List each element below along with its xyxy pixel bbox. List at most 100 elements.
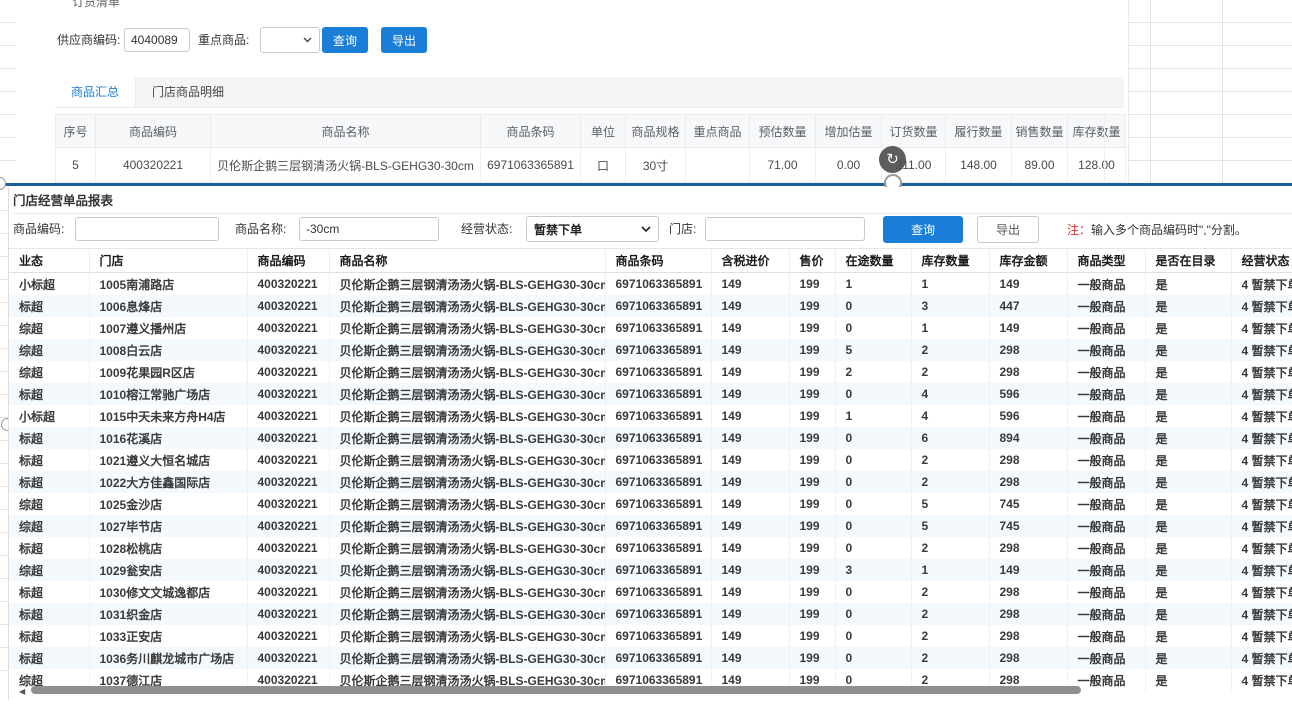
table-row[interactable]: 综超1009花果园R区店400320221贝伦斯企鹅三层钢清汤汤火锅-BLS-G… — [9, 361, 1292, 383]
table-row[interactable]: 标超1033正安店400320221贝伦斯企鹅三层钢清汤汤火锅-BLS-GEHG… — [9, 625, 1292, 647]
table-cell: 199 — [789, 317, 835, 339]
table-row[interactable]: 综超1025金沙店400320221贝伦斯企鹅三层钢清汤汤火锅-BLS-GEHG… — [9, 493, 1292, 515]
report-export-button[interactable]: 导出 — [977, 216, 1039, 243]
table-cell: 298 — [989, 647, 1067, 669]
product-name-input[interactable] — [299, 217, 439, 241]
table-row[interactable]: 综超1029瓮安店400320221贝伦斯企鹅三层钢清汤汤火锅-BLS-GEHG… — [9, 559, 1292, 581]
table-cell: 0 — [835, 515, 911, 537]
table-cell: 贝伦斯企鹅三层钢清汤汤火锅-BLS-GEHG30-30cm — [329, 581, 605, 603]
table-cell: 小标超 — [9, 273, 89, 296]
table-row[interactable]: 综超1008白云店400320221贝伦斯企鹅三层钢清汤汤火锅-BLS-GEHG… — [9, 339, 1292, 361]
table-cell: 一般商品 — [1067, 559, 1145, 581]
supplier-code-input[interactable] — [124, 28, 190, 52]
table-cell: 2 — [911, 471, 989, 493]
table-cell: 149 — [711, 515, 789, 537]
table-cell: 4 暂禁下单 — [1231, 647, 1292, 669]
table-cell: 是 — [1145, 383, 1231, 405]
column-header: 门店 — [89, 249, 247, 273]
table-cell: 综超 — [9, 339, 89, 361]
table-cell: 0 — [835, 537, 911, 559]
table-row[interactable]: 标超1030修文文城逸都店400320221贝伦斯企鹅三层钢清汤汤火锅-BLS-… — [9, 581, 1292, 603]
table-cell: 400320221 — [247, 625, 329, 647]
table-cell: 是 — [1145, 273, 1231, 296]
table-cell: 标超 — [9, 625, 89, 647]
screen: 订货清单 供应商编码: 重点商品: 查询 导出 商品汇总 门店商品明细 序号商品… — [0, 0, 1292, 715]
table-cell: 贝伦斯企鹅三层钢清汤汤火锅-BLS-GEHG30-30cm — [329, 405, 605, 427]
table-cell: 4 暂禁下单 — [1231, 361, 1292, 383]
column-header: 序号 — [56, 115, 96, 148]
table-cell: 综超 — [9, 515, 89, 537]
refresh-icon[interactable]: ↻ — [879, 146, 906, 173]
table-cell: 149 — [711, 427, 789, 449]
status-select[interactable]: 暂禁下单 — [526, 216, 659, 242]
product-code-input[interactable] — [75, 217, 219, 241]
column-header: 销售数量 — [1012, 115, 1068, 148]
horizontal-scrollbar-thumb[interactable] — [31, 686, 1081, 694]
table-cell: 是 — [1145, 669, 1231, 691]
scroll-left-icon[interactable]: ◀ — [19, 687, 25, 696]
table-cell: 149 — [711, 625, 789, 647]
table-cell: 1021遵义大恒名城店 — [89, 449, 247, 471]
table-cell: 0 — [835, 427, 911, 449]
table-cell: 298 — [989, 339, 1067, 361]
table-row[interactable]: 标超1028松桃店400320221贝伦斯企鹅三层钢清汤汤火锅-BLS-GEHG… — [9, 537, 1292, 559]
table-cell: 是 — [1145, 537, 1231, 559]
table-cell: 6971063365891 — [605, 581, 711, 603]
vertical-scrollbar[interactable]: ▲ — [1104, 114, 1126, 181]
table-cell: 5 — [56, 148, 96, 183]
table-cell: 0 — [835, 493, 911, 515]
tab-store-product-detail[interactable]: 门店商品明细 — [136, 77, 240, 107]
table-cell: 298 — [989, 537, 1067, 559]
order-summary-panel: 订货清单 供应商编码: 重点商品: 查询 导出 商品汇总 门店商品明细 序号商品… — [16, 0, 1129, 183]
table-cell: 149 — [711, 449, 789, 471]
table-cell: 6971063365891 — [605, 383, 711, 405]
table-cell: 400320221 — [247, 427, 329, 449]
store-input[interactable] — [705, 217, 865, 241]
table-cell: 149 — [711, 317, 789, 339]
table-cell: 一般商品 — [1067, 515, 1145, 537]
table-header-row: 序号商品编码商品名称商品条码单位商品规格重点商品预估数量增加估量订货数量履行数量… — [56, 115, 1126, 148]
table-row[interactable]: 标超1021遵义大恒名城店400320221贝伦斯企鹅三层钢清汤汤火锅-BLS-… — [9, 449, 1292, 471]
table-row[interactable]: 标超1016花溪店400320221贝伦斯企鹅三层钢清汤汤火锅-BLS-GEHG… — [9, 427, 1292, 449]
table-row[interactable]: 标超1036务川麒龙城市广场店400320221贝伦斯企鹅三层钢清汤汤火锅-BL… — [9, 647, 1292, 669]
scroll-up-icon[interactable]: ▲ — [1105, 126, 1126, 134]
column-header: 预估数量 — [750, 115, 816, 148]
table-row[interactable]: 小标超1005南浦路店400320221贝伦斯企鹅三层钢清汤汤火锅-BLS-GE… — [9, 273, 1292, 296]
input-hint-note: 注：输入多个商品编码时","分割。 — [1067, 216, 1247, 244]
column-header: 增加估量 — [816, 115, 882, 148]
table-cell: 400320221 — [247, 295, 329, 317]
table-row[interactable]: 标超1006息烽店400320221贝伦斯企鹅三层钢清汤汤火锅-BLS-GEHG… — [9, 295, 1292, 317]
table-cell: 是 — [1145, 339, 1231, 361]
table-row[interactable]: 综超1027毕节店400320221贝伦斯企鹅三层钢清汤汤火锅-BLS-GEHG… — [9, 515, 1292, 537]
table-cell: 4 暂禁下单 — [1231, 515, 1292, 537]
table-row[interactable]: 标超1022大方佳鑫国际店400320221贝伦斯企鹅三层钢清汤汤火锅-BLS-… — [9, 471, 1292, 493]
table-cell: 是 — [1145, 471, 1231, 493]
table-cell: 1025金沙店 — [89, 493, 247, 515]
table-cell: 0 — [835, 471, 911, 493]
panel-splitter[interactable] — [0, 183, 1292, 186]
table-cell: 贝伦斯企鹅三层钢清汤汤火锅-BLS-GEHG30-30cm — [329, 317, 605, 339]
tab-product-summary[interactable]: 商品汇总 — [55, 77, 136, 107]
report-query-button[interactable]: 查询 — [883, 216, 963, 243]
table-cell: 6971063365891 — [605, 361, 711, 383]
table-row[interactable]: 5400320221贝伦斯企鹅三层钢清汤火锅-BLS-GEHG30-30cm69… — [56, 148, 1126, 183]
table-cell: 199 — [789, 339, 835, 361]
table-cell: 标超 — [9, 427, 89, 449]
table-row[interactable]: 标超1031织金店400320221贝伦斯企鹅三层钢清汤汤火锅-BLS-GEHG… — [9, 603, 1292, 625]
table-cell: 一般商品 — [1067, 471, 1145, 493]
table-row[interactable]: 标超1010榕江常驰广场店400320221贝伦斯企鹅三层钢清汤汤火锅-BLS-… — [9, 383, 1292, 405]
table-cell: 6971063365891 — [605, 537, 711, 559]
table-cell: 6971063365891 — [605, 515, 711, 537]
table-row[interactable]: 小标超1015中天未来方舟H4店400320221贝伦斯企鹅三层钢清汤汤火锅-B… — [9, 405, 1292, 427]
table-cell: 1 — [911, 273, 989, 296]
table-cell: 标超 — [9, 383, 89, 405]
table-cell: 4 暂禁下单 — [1231, 405, 1292, 427]
table-row[interactable]: 综超1007遵义播州店400320221贝伦斯企鹅三层钢清汤汤火锅-BLS-GE… — [9, 317, 1292, 339]
table-cell: 400320221 — [247, 361, 329, 383]
export-button[interactable]: 导出 — [381, 27, 427, 53]
table-cell: 400320221 — [247, 339, 329, 361]
query-button[interactable]: 查询 — [322, 27, 368, 53]
key-product-select[interactable] — [260, 27, 320, 53]
table-cell: 89.00 — [1012, 148, 1068, 183]
table-cell: 745 — [989, 515, 1067, 537]
